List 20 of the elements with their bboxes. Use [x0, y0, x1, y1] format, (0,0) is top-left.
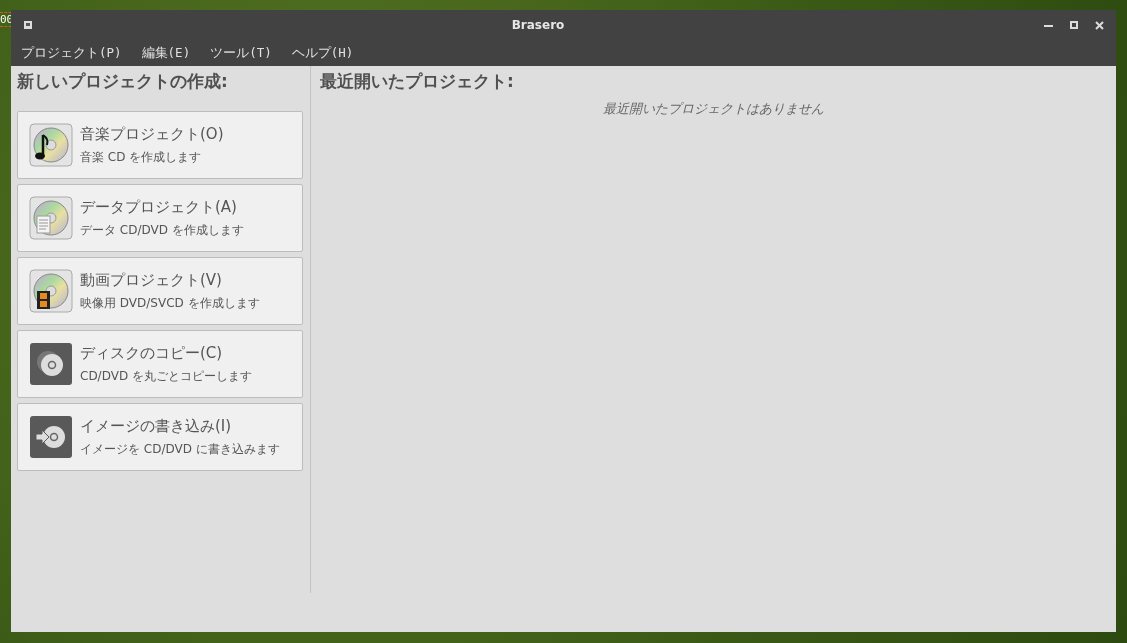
- disc-with-music-note-icon: [29, 123, 73, 167]
- menu-item[interactable]: ヘルプ(H): [290, 44, 362, 62]
- disc-with-film-icon: [29, 269, 73, 313]
- menu-item[interactable]: ツール(T): [209, 44, 280, 62]
- empty-message: 最近開いたプロジェクトはありません: [601, 100, 825, 118]
- window-title: Brasero: [510, 18, 566, 32]
- project-button[interactable]: ディスクのコピー(C) CD/DVD を丸ごとコピーします: [17, 330, 303, 398]
- close-icon[interactable]: [1095, 20, 1104, 30]
- maximize-icon[interactable]: [1070, 21, 1078, 29]
- project-button[interactable]: イメージの書き込み(I) イメージを CD/DVD に書き込みます: [17, 403, 303, 471]
- section-heading: 最近開いたプロジェクト:: [320, 70, 515, 93]
- disc-with-document-icon: [29, 196, 73, 240]
- project-button[interactable]: データプロジェクト(A) データ CD/DVD を作成します: [17, 184, 303, 252]
- section-heading: 新しいプロジェクトの作成:: [17, 70, 229, 93]
- project-button[interactable]: 動画プロジェクト(V) 映像用 DVD/SVCD を作成します: [17, 257, 303, 325]
- menu-item[interactable]: 編集(E): [140, 44, 199, 62]
- disc-copy-icon: [29, 342, 73, 386]
- window-menu-icon[interactable]: [24, 21, 32, 29]
- menu-item[interactable]: プロジェクト(P): [20, 44, 130, 62]
- project-button[interactable]: 音楽プロジェクト(O) 音楽 CD を作成します: [17, 111, 303, 179]
